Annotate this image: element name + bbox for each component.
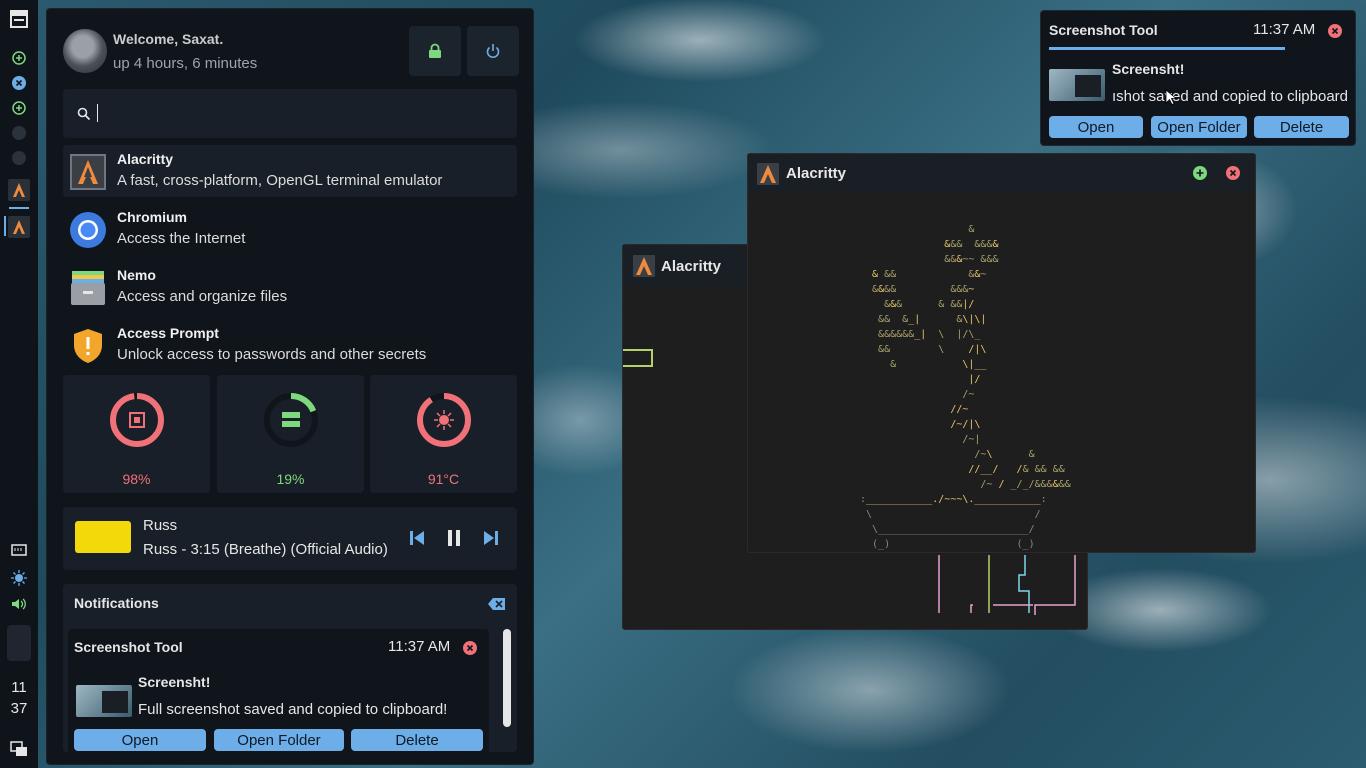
- bonsai-ascii-art: & &&& &&&& &&&~~ &&& & && &&~ &&&& &&&~ …: [860, 224, 1071, 550]
- file-manager-icon: [69, 269, 107, 307]
- delete-button[interactable]: Delete: [351, 729, 483, 751]
- app-desc: Access and organize files: [117, 288, 288, 305]
- welcome-text: Welcome, Saxat.: [113, 31, 224, 47]
- storage-ring: [264, 393, 318, 447]
- search-caret: [97, 104, 98, 122]
- toast-title: Screensht!: [1112, 61, 1185, 77]
- screenshot-thumbnail: [76, 685, 132, 717]
- workspace-dot-2[interactable]: [0, 150, 38, 166]
- alacritty-icon: [69, 153, 107, 191]
- open-folder-button[interactable]: Open Folder: [214, 729, 344, 751]
- toast-app: Screenshot Tool: [1049, 22, 1158, 38]
- power-icon: [486, 44, 500, 59]
- storage-gauge: 19%: [217, 375, 364, 493]
- pause-icon[interactable]: [445, 529, 463, 547]
- search-icon: [77, 107, 91, 121]
- app-desc: Unlock access to passwords and other sec…: [117, 346, 427, 363]
- workspace-add-icon[interactable]: [0, 50, 38, 66]
- album-art: [75, 521, 131, 553]
- close-icon[interactable]: [1328, 24, 1342, 38]
- toast-body: ıshot saved and copied to clipboard: [1112, 88, 1348, 105]
- app-desc: Access the Internet: [117, 230, 246, 247]
- notification-body: Full screenshot saved and copied to clip…: [138, 701, 448, 718]
- mouse-pointer-icon: [1165, 89, 1177, 105]
- workspace-close-icon[interactable]: [0, 75, 38, 91]
- notification-time: 11:37 AM: [388, 638, 451, 655]
- uptime-text: up 4 hours, 6 minutes: [113, 55, 258, 72]
- delete-button[interactable]: Delete: [1254, 116, 1349, 138]
- open-folder-button[interactable]: Open Folder: [1151, 116, 1247, 138]
- notification-toast: Screenshot Tool 11:37 AM Screensht! ısho…: [1040, 10, 1356, 146]
- terminal-line-art: [623, 349, 653, 367]
- volume-icon[interactable]: [0, 596, 38, 612]
- lock-button[interactable]: [409, 26, 461, 76]
- workspace-add-icon-2[interactable]: [0, 100, 38, 116]
- media-artist: Russ: [143, 517, 178, 534]
- clock-hour: 11: [11, 679, 27, 696]
- maximize-icon[interactable]: [1193, 166, 1207, 180]
- toast-timeout-bar: [1049, 47, 1285, 50]
- layout-icon[interactable]: [0, 8, 38, 30]
- cpu-value: 98%: [122, 471, 151, 487]
- shield-icon: [69, 327, 107, 365]
- cpu-gauge: 98%: [63, 375, 210, 493]
- app-name: Nemo: [117, 267, 156, 283]
- active-task-indicator: [4, 216, 6, 236]
- search-box[interactable]: [63, 89, 517, 138]
- app-item-nemo[interactable]: Nemo Access and organize files: [63, 261, 517, 313]
- power-button[interactable]: [467, 26, 519, 76]
- app-name: Chromium: [117, 209, 187, 225]
- previous-icon[interactable]: [408, 529, 426, 547]
- clock-minute: 37: [10, 700, 28, 717]
- titlebar[interactable]: Alacritty: [748, 154, 1255, 192]
- temperature-ring: [417, 393, 471, 447]
- open-button[interactable]: Open: [74, 729, 206, 751]
- task-indicator: [9, 207, 29, 209]
- terminal-window-front[interactable]: Alacritty & &&& &&&& &&&~~ &&& & && &&~ …: [747, 153, 1256, 553]
- brightness-icon[interactable]: [0, 570, 38, 586]
- close-icon[interactable]: [463, 641, 477, 655]
- app-item-chromium[interactable]: Chromium Access the Internet: [63, 203, 517, 255]
- notification-card: Screenshot Tool 11:37 AM Screensht! Full…: [68, 629, 489, 752]
- next-icon[interactable]: [482, 529, 500, 547]
- clear-notifications-icon[interactable]: [488, 597, 506, 611]
- alacritty-task-icon[interactable]: [0, 177, 38, 203]
- window-title: Alacritty: [786, 165, 847, 182]
- network-icon[interactable]: [0, 542, 38, 558]
- media-track: Russ - 3:15 (Breathe) (Official Audio): [143, 541, 388, 558]
- screenshot-thumbnail: [1049, 69, 1105, 101]
- toast-time: 11:37 AM: [1253, 21, 1316, 38]
- avatar: [63, 29, 107, 73]
- notification-title: Screensht!: [138, 674, 211, 690]
- notifications-scrollbar[interactable]: [503, 629, 511, 727]
- window-title: Alacritty: [661, 258, 722, 275]
- app-item-access-prompt[interactable]: Access Prompt Unlock access to passwords…: [63, 319, 517, 371]
- notifications-heading: Notifications: [74, 595, 159, 611]
- cpu-ring: [110, 393, 164, 447]
- alacritty-icon: [633, 255, 655, 277]
- temperature-gauge: 91°C: [370, 375, 517, 493]
- media-player: Russ Russ - 3:15 (Breathe) (Official Aud…: [63, 507, 517, 570]
- storage-value: 19%: [276, 471, 305, 487]
- app-name: Access Prompt: [117, 325, 219, 341]
- dock-spacer-button[interactable]: [7, 625, 31, 661]
- chromium-icon: [69, 211, 107, 249]
- temperature-value: 91°C: [427, 471, 460, 487]
- open-button[interactable]: Open: [1049, 116, 1143, 138]
- workspace-dot[interactable]: [0, 125, 38, 141]
- app-name: Alacritty: [117, 151, 174, 167]
- left-dock: 11 37: [0, 0, 38, 768]
- app-item-alacritty[interactable]: Alacritty A fast, cross-platform, OpenGL…: [63, 145, 517, 197]
- launcher-panel: Welcome, Saxat. up 4 hours, 6 minutes Al…: [46, 8, 534, 765]
- dock-clock: 11 37: [0, 677, 38, 719]
- close-icon[interactable]: [1226, 166, 1240, 180]
- app-desc: A fast, cross-platform, OpenGL terminal …: [117, 172, 443, 189]
- alacritty-icon: [757, 163, 779, 185]
- lock-icon: [429, 43, 441, 58]
- notification-app: Screenshot Tool: [74, 639, 183, 655]
- terminal-pipes-art: [938, 555, 1076, 615]
- window-switcher-icon[interactable]: [0, 738, 38, 760]
- notification-center: Notifications Screenshot Tool 11:37 AM S…: [63, 584, 517, 752]
